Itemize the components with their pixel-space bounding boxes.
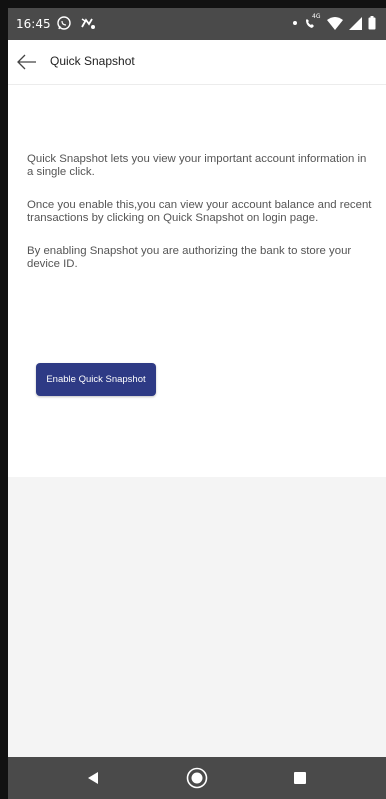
navigation-bar (8, 757, 386, 799)
battery-icon (368, 16, 376, 30)
enable-quick-snapshot-button[interactable]: Enable Quick Snapshot (36, 363, 156, 396)
home-circle-icon[interactable] (186, 767, 208, 789)
dot-icon (293, 21, 297, 25)
wifi-call-icon: 4G (303, 13, 321, 30)
recent-square-icon[interactable] (294, 772, 306, 784)
intro-line-2: a single click. (27, 166, 95, 178)
notification-icon (81, 18, 95, 29)
status-left-icons (56, 15, 96, 31)
intro-line-1: Quick Snapshot lets you view your import… (27, 153, 367, 165)
wifi-icon (327, 16, 343, 30)
status-time: 16:45 (16, 17, 51, 31)
main-content: Quick Snapshot lets you view your import… (8, 85, 386, 477)
arrow-left-icon[interactable] (16, 52, 38, 72)
authorization-paragraph: By enabling Snapshot you are authorizing… (27, 245, 386, 271)
enable-info-line-1: Once you enable this,you can view your a… (27, 199, 372, 211)
empty-lower-area (8, 477, 386, 757)
back-triangle-icon[interactable] (86, 771, 100, 785)
enable-info-line-2: transactions by clicking on Quick Snapsh… (27, 212, 319, 224)
authorization-line-2: device ID. (27, 258, 78, 270)
intro-paragraph: Quick Snapshot lets you view your import… (27, 153, 386, 179)
whatsapp-icon (57, 16, 71, 30)
authorization-line-1: By enabling Snapshot you are authorizing… (27, 245, 352, 257)
status-bar: 16:45 4G (8, 8, 386, 40)
enable-info-paragraph: Once you enable this,you can view your a… (27, 199, 386, 225)
signal-icon (349, 16, 362, 30)
network-label: 4G (312, 13, 321, 20)
app-bar: Quick Snapshot (8, 40, 386, 85)
status-right-icons: 4G (293, 13, 376, 30)
page-title: Quick Snapshot (50, 54, 135, 68)
screen: 16:45 4G Quick Snapshot Quick Snapshot l… (8, 8, 386, 799)
